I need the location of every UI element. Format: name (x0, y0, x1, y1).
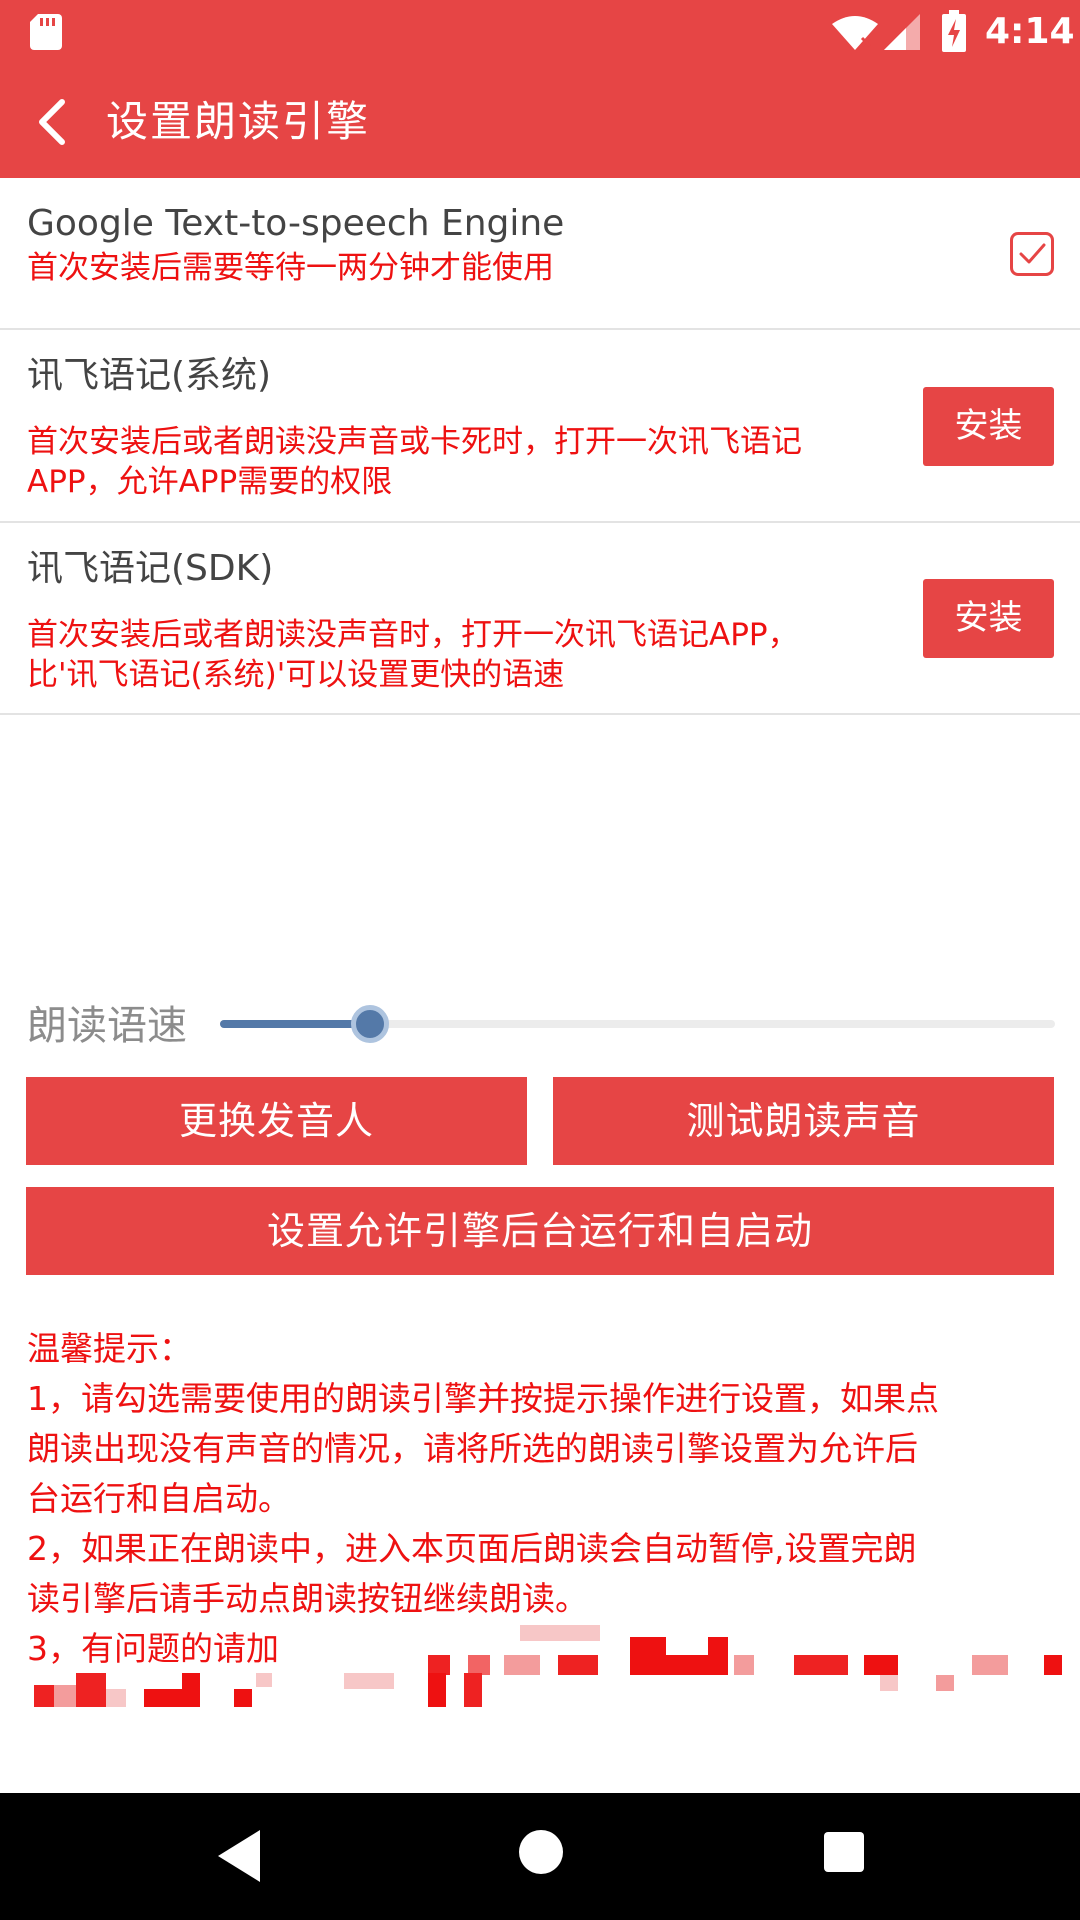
speed-slider-fill (220, 1020, 371, 1028)
tips-line: 台运行和自启动。 (27, 1479, 291, 1518)
back-arrow-icon[interactable] (28, 94, 84, 150)
tips-line: 1，请勾选需要使用的朗读引擎并按提示操作进行设置，如果点 (27, 1379, 939, 1418)
battery-charging-icon (942, 10, 966, 52)
engine-description-line: 首次安装后或者朗读没声音或卡死时，打开一次讯飞语记 (27, 424, 802, 460)
tips-line: 读引擎后请手动点朗读按钮继续朗读。 (27, 1579, 588, 1618)
clock: 4:14 (985, 11, 1075, 52)
engine-description-line: APP，允许APP需要的权限 (27, 464, 393, 500)
engine-item-google[interactable]: Google Text-to-speech Engine 首次安装后需要等待一两… (0, 178, 1080, 330)
nav-back-icon[interactable] (216, 1828, 262, 1884)
page-title: 设置朗读引擎 (106, 97, 371, 146)
system-nav-bar (0, 1793, 1080, 1920)
install-button-xunfei-system[interactable]: 安装 (923, 387, 1054, 466)
allow-background-button[interactable]: 设置允许引擎后台运行和自启动 (26, 1187, 1054, 1275)
test-voice-button[interactable]: 测试朗读声音 (553, 1077, 1054, 1165)
engine-description: 首次安装后或者朗读没声音或卡死时，打开一次讯飞语记 APP，允许APP需要的权限 (27, 422, 897, 502)
wifi-icon (832, 16, 878, 50)
signal-icon (884, 14, 920, 50)
speed-slider-thumb[interactable] (351, 1005, 390, 1043)
speed-label: 朗读语速 (27, 1003, 187, 1049)
engine-description-line: 比'讯飞语记(系统)'可以设置更快的语速 (27, 657, 565, 693)
install-button-xunfei-sdk[interactable]: 安装 (923, 579, 1054, 658)
engine-item-xunfei-sdk[interactable]: 讯飞语记(SDK) 首次安装后或者朗读没声音时，打开一次讯飞语记APP， 比'讯… (0, 523, 1080, 715)
engine-description-line: 首次安装后或者朗读没声音时，打开一次讯飞语记APP， (27, 617, 799, 653)
tips-text: 温馨提示： 1，请勾选需要使用的朗读引擎并按提示操作进行设置，如果点 朗读出现没… (27, 1324, 1057, 1674)
status-bar: 4:14 (0, 0, 1080, 64)
engine-name: 讯飞语记(SDK) (27, 548, 274, 589)
app-bar: 设置朗读引擎 (0, 64, 1080, 178)
tips-line: 朗读出现没有声音的情况，请将所选的朗读引擎设置为允许后 (27, 1429, 918, 1468)
redacted-contact-info (24, 1625, 1064, 1730)
engine-description: 首次安装后需要等待一两分钟才能使用 (27, 250, 554, 286)
checkmark-icon (1019, 243, 1046, 264)
sd-card-icon (30, 14, 62, 50)
tips-line: 2，如果正在朗读中，进入本页面后朗读会自动暂停,设置完朗 (27, 1529, 917, 1568)
engine-item-xunfei-system[interactable]: 讯飞语记(系统) 首次安装后或者朗读没声音或卡死时，打开一次讯飞语记 APP，允… (0, 330, 1080, 523)
engine-description: 首次安装后或者朗读没声音时，打开一次讯飞语记APP， 比'讯飞语记(系统)'可以… (27, 615, 897, 695)
nav-home-icon[interactable] (519, 1830, 563, 1874)
engine-name: Google Text-to-speech Engine (27, 203, 565, 244)
nav-recents-icon[interactable] (824, 1832, 864, 1872)
engine-name: 讯飞语记(系统) (27, 355, 272, 396)
change-voice-button[interactable]: 更换发音人 (26, 1077, 527, 1165)
engine-google-checkbox[interactable] (1010, 232, 1054, 276)
tips-line: 温馨提示： (27, 1329, 192, 1368)
